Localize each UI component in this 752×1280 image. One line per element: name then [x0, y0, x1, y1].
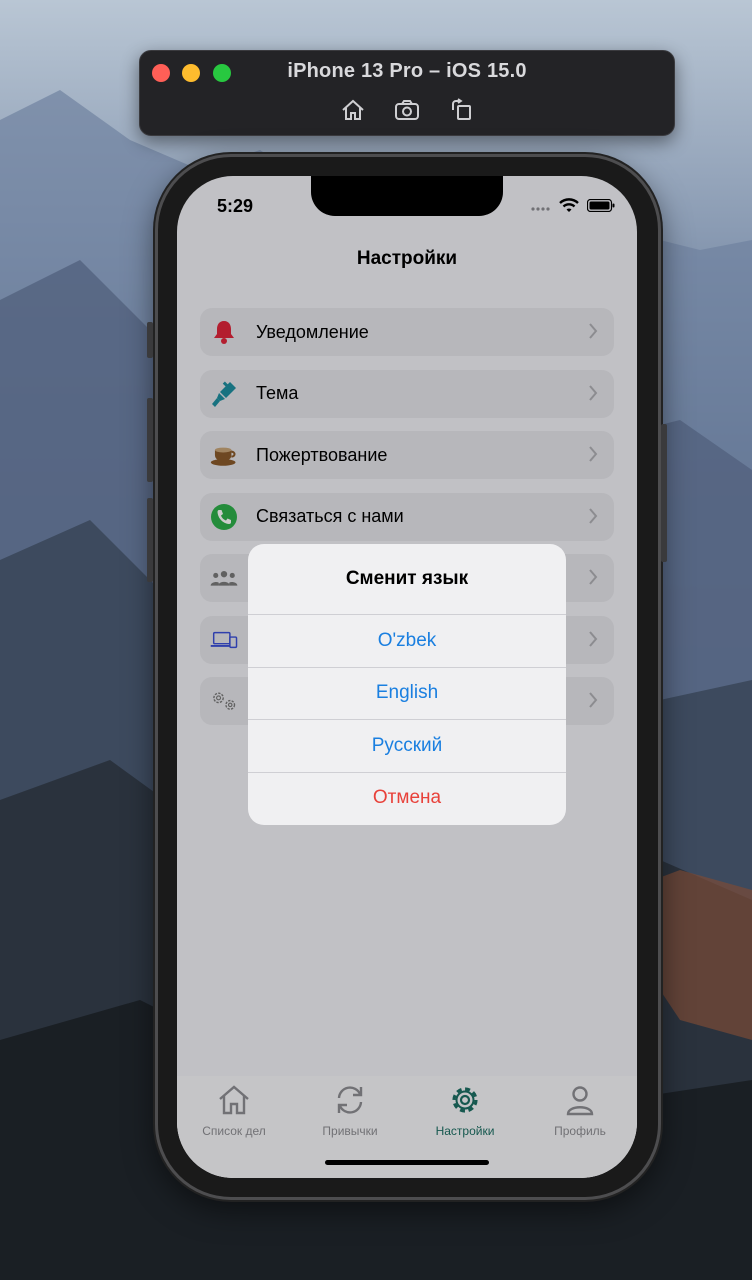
alert-option-uzbek[interactable]: O'zbek: [248, 614, 566, 667]
alert-cancel-button[interactable]: Отмена: [248, 771, 566, 825]
language-alert: Сменит язык O'zbek English Русский Отмен…: [248, 544, 566, 825]
simulator-toolbar: iPhone 13 Pro – iOS 15.0: [139, 50, 675, 136]
screenshot-icon[interactable]: [393, 97, 421, 123]
rotate-icon[interactable]: [447, 97, 475, 123]
alert-title: Сменит язык: [345, 568, 469, 589]
phone-screen: 5:29 Настройки Уведомление Тема Пожертво…: [177, 176, 637, 1178]
alert-option-english[interactable]: English: [248, 666, 566, 720]
simulator-title: iPhone 13 Pro – iOS 15.0: [287, 60, 527, 82]
silent-switch: [147, 322, 153, 358]
power-button: [661, 424, 667, 562]
home-icon[interactable]: [339, 97, 367, 123]
volume-down-button: [147, 498, 153, 582]
volume-up-button: [147, 398, 153, 482]
alert-option-russian[interactable]: Русский: [248, 719, 566, 772]
